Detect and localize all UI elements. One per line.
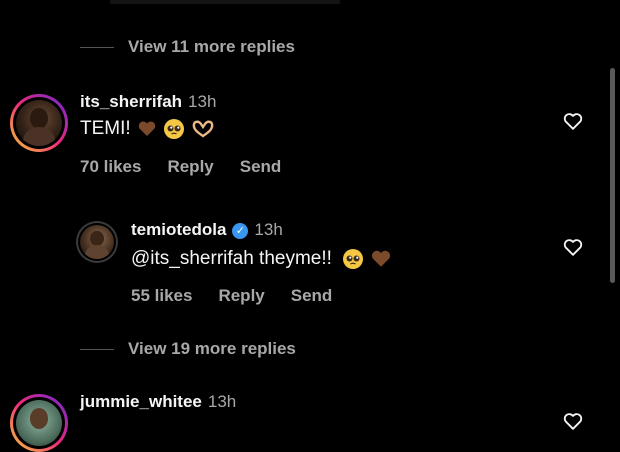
view-more-replies-label: View 19 more replies [128, 339, 296, 358]
comment-timestamp: 13h [207, 392, 237, 411]
comment-jummie-whitee: jummie_whitee 13h [0, 388, 620, 452]
reply-button[interactable]: Reply [167, 157, 213, 177]
comment-username[interactable]: jummie_whitee [80, 392, 202, 411]
comment-username[interactable]: temiotedola [131, 220, 226, 239]
avatar-story-ring[interactable] [10, 394, 68, 452]
comment-username[interactable]: its_sherrifah [80, 92, 182, 111]
brown-heart-emoji-icon [371, 250, 391, 267]
send-button[interactable]: Send [291, 286, 333, 306]
reply-temiotedola: temiotedola ✓ 13h @its_sherrifah theyme!! … [0, 215, 620, 315]
avatar [16, 100, 62, 146]
reply-button[interactable]: Reply [218, 286, 264, 306]
comment-timestamp: 13h [188, 92, 217, 111]
scrollbar[interactable] [610, 68, 615, 283]
like-heart-icon[interactable] [562, 110, 584, 132]
like-heart-icon[interactable] [562, 410, 584, 432]
divider-line [80, 348, 114, 350]
pleading-face-emoji-icon [163, 119, 184, 139]
view-more-replies-button[interactable]: View 19 more replies [80, 339, 296, 359]
comment-text: @its_sherrifah theyme!! [131, 248, 332, 269]
brown-heart-emoji-icon [138, 121, 155, 136]
comment-timestamp: 13h [254, 220, 283, 239]
avatar-ring[interactable] [76, 221, 118, 263]
avatar [80, 225, 114, 259]
cropped-previous-text [110, 0, 340, 4]
likes-count[interactable]: 70 likes [80, 157, 141, 177]
comment-text: TEMI! [80, 118, 131, 139]
avatar-story-ring[interactable] [10, 94, 68, 152]
view-more-replies-button[interactable]: View 11 more replies [80, 37, 295, 57]
like-heart-icon[interactable] [562, 236, 584, 258]
heart-hands-emoji-icon [192, 120, 214, 138]
view-more-replies-label: View 11 more replies [128, 37, 295, 56]
avatar [16, 400, 62, 446]
divider-line [80, 46, 114, 48]
verified-badge-icon: ✓ [232, 223, 249, 239]
pleading-face-emoji-icon [342, 249, 363, 269]
send-button[interactable]: Send [240, 157, 282, 177]
likes-count[interactable]: 55 likes [131, 286, 192, 306]
comment-its-sherrifah: its_sherrifah 13h TEMI! 70 likes Reply Se… [0, 88, 620, 188]
